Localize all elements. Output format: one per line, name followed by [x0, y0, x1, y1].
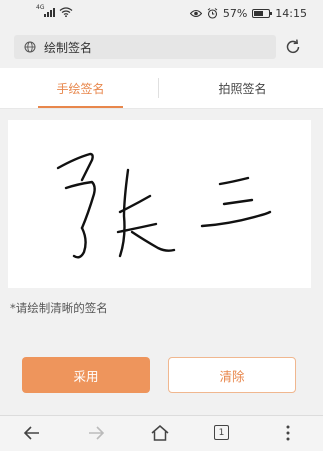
use-button[interactable]: 采用 — [22, 357, 150, 393]
tabs-counter[interactable]: 1 — [214, 425, 229, 440]
signature-pad[interactable] — [8, 120, 311, 288]
eye-icon — [189, 9, 202, 18]
signature-hint: *请绘制清晰的签名 — [10, 301, 108, 315]
status-left: 4G — [36, 4, 73, 17]
signature-drawing — [56, 152, 272, 259]
status-right: 57% 14:15 — [189, 7, 307, 20]
clock: 14:15 — [275, 7, 307, 20]
network-type: 4G — [36, 4, 45, 11]
tab-count: 1 — [218, 427, 225, 438]
back-arrow-icon[interactable] — [22, 424, 42, 442]
battery-percent: 57% — [222, 7, 248, 20]
globe-icon — [24, 41, 36, 53]
clear-button[interactable]: 清除 — [168, 357, 296, 393]
status-bar: 4G 57% 14:15 — [0, 0, 323, 28]
page-title: 绘制签名 — [44, 40, 93, 55]
forward-arrow-icon[interactable] — [86, 424, 106, 442]
more-menu-icon[interactable] — [278, 424, 298, 442]
alarm-icon — [207, 8, 218, 19]
home-icon[interactable] — [150, 424, 170, 442]
browser-nav-bar: 1 — [0, 415, 323, 451]
battery-icon — [252, 9, 273, 18]
reload-icon[interactable] — [284, 38, 302, 56]
address-bar[interactable]: 绘制签名 — [14, 35, 276, 59]
tab-bar: 手绘签名 拍照签名 — [0, 68, 323, 109]
wifi-icon — [59, 7, 73, 17]
tab-divider — [158, 78, 159, 98]
tab-hand-drawn[interactable]: 手绘签名 — [0, 68, 161, 108]
tab-photo[interactable]: 拍照签名 — [162, 68, 323, 108]
signal-icon: 4G — [36, 4, 55, 17]
